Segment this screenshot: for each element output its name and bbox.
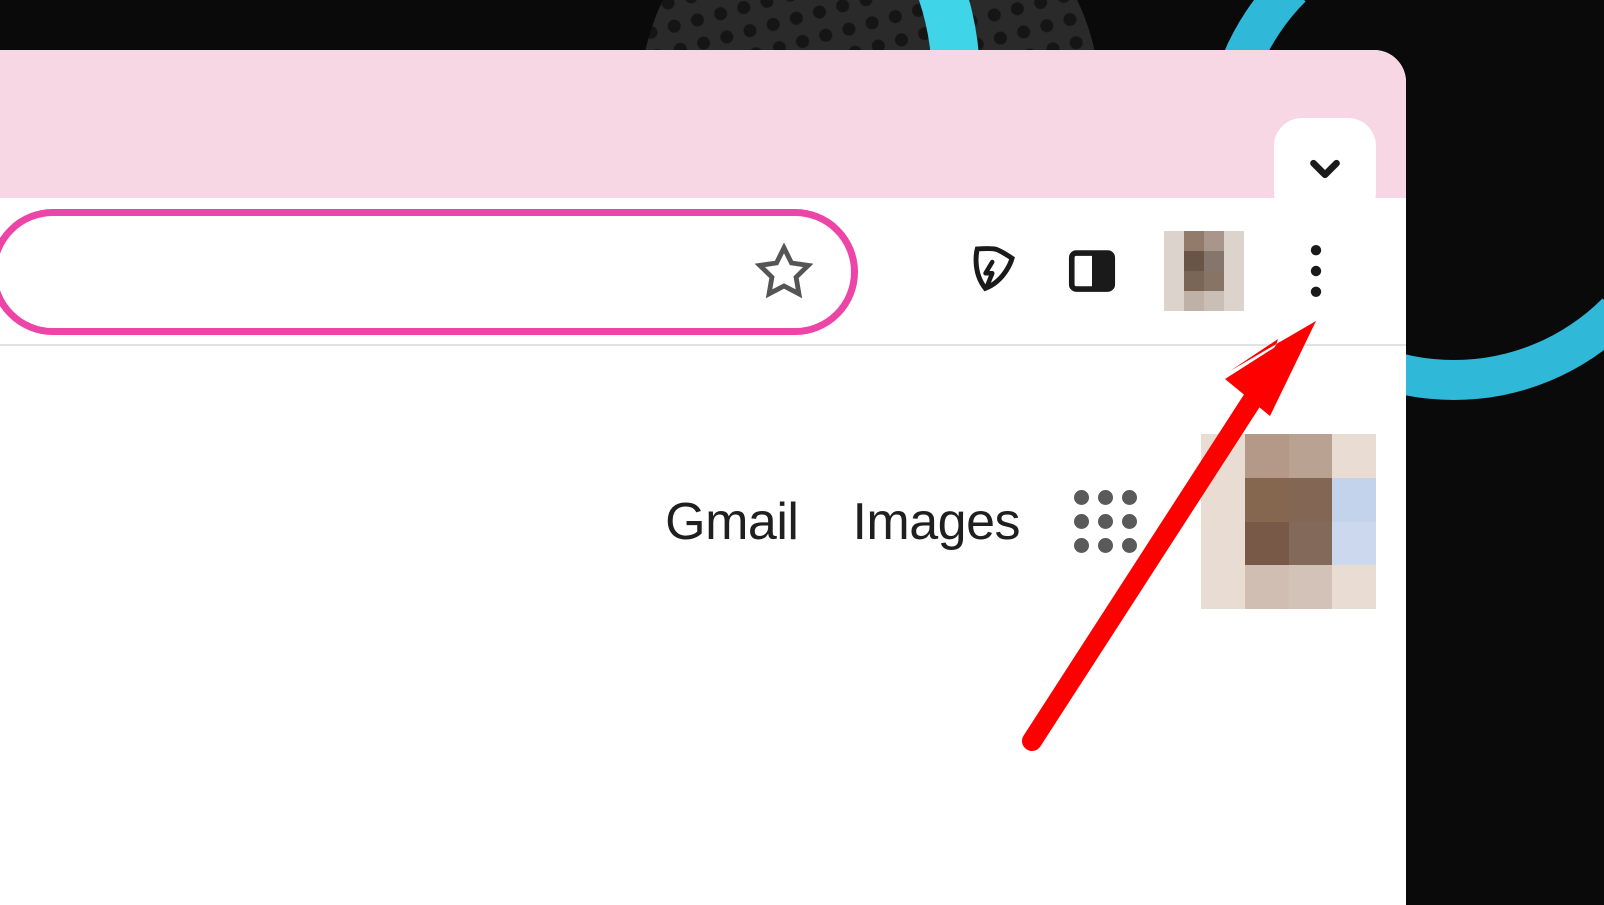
more-menu-button[interactable] <box>1286 241 1346 301</box>
google-apps-button[interactable] <box>1074 490 1137 553</box>
browser-window: Gmail Images <box>0 50 1406 905</box>
images-link[interactable]: Images <box>852 492 1020 552</box>
address-bar[interactable] <box>0 209 858 335</box>
chevron-down-icon <box>1302 146 1348 192</box>
leaf-lightning-icon <box>963 244 1017 298</box>
panel-icon <box>1065 244 1119 298</box>
side-panel-button[interactable] <box>1062 241 1122 301</box>
extension-button[interactable] <box>960 241 1020 301</box>
star-icon[interactable] <box>755 243 813 301</box>
browser-toolbar <box>0 198 1406 346</box>
more-vertical-icon <box>1310 245 1322 297</box>
tab-strip <box>0 50 1406 198</box>
profile-avatar-button[interactable] <box>1164 231 1244 311</box>
page-content: Gmail Images <box>0 346 1406 905</box>
gmail-link[interactable]: Gmail <box>665 492 798 552</box>
google-account-avatar[interactable] <box>1201 434 1376 609</box>
